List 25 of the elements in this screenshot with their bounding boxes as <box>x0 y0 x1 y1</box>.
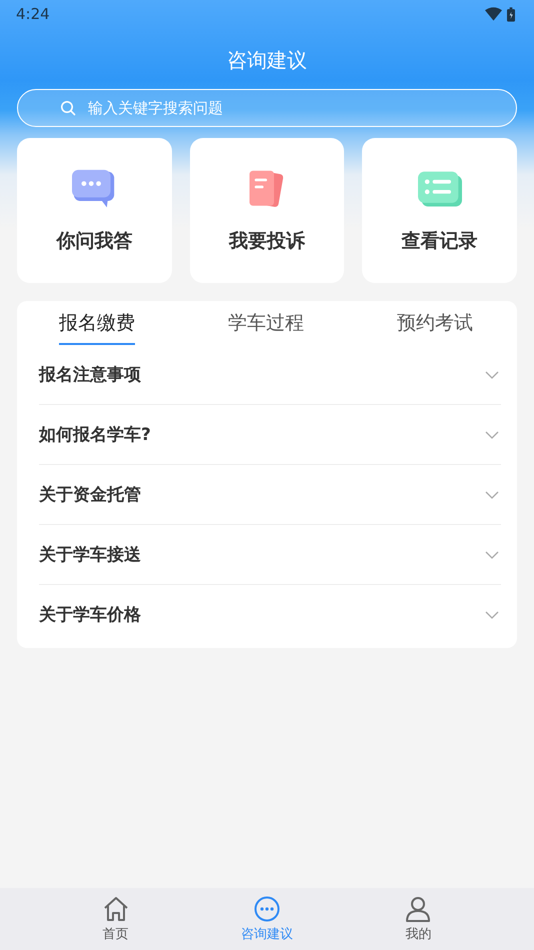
question-item[interactable]: 报名注意事项 <box>39 345 501 405</box>
wifi-icon <box>485 7 502 21</box>
status-time: 4:24 <box>16 5 50 23</box>
user-icon <box>404 895 432 923</box>
question-item[interactable]: 关于学车接送 <box>39 525 501 585</box>
chat-icon <box>252 895 281 923</box>
question-item[interactable]: 关于学车价格 <box>39 585 501 644</box>
home-icon <box>102 895 130 923</box>
tab[interactable]: 报名缴费 <box>59 301 135 345</box>
tab[interactable]: 学车过程 <box>228 301 304 345</box>
search-field[interactable]: 输入关键字搜索问题 <box>17 89 517 127</box>
shortcut-card[interactable]: 我要投诉 <box>190 138 344 283</box>
page-title: 咨询建议 <box>227 47 307 74</box>
shortcut-label: 你问我答 <box>56 229 132 254</box>
search-icon <box>60 100 76 116</box>
shortcut-card[interactable]: 你问我答 <box>17 138 172 283</box>
tab[interactable]: 预约考试 <box>397 301 473 345</box>
shortcut-label: 我要投诉 <box>229 229 305 254</box>
nav-item[interactable]: 首页 <box>76 895 156 943</box>
question-item[interactable]: 如何报名学车? <box>39 405 501 465</box>
question-item[interactable]: 关于资金托管 <box>39 465 501 525</box>
shortcut-label: 查看记录 <box>402 229 478 254</box>
shortcut-card[interactable]: 查看记录 <box>362 138 518 283</box>
battery-icon <box>507 6 515 22</box>
nav-item[interactable]: 我的 <box>378 895 458 943</box>
